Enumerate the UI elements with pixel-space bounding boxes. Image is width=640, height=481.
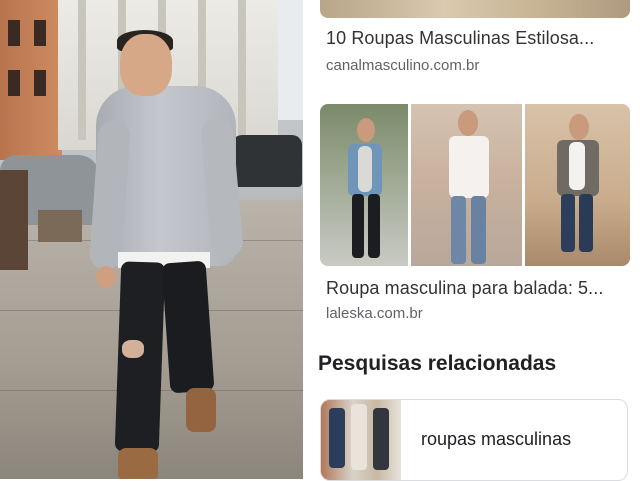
results-column: 10 Roupas Masculinas Estilosa... canalma… bbox=[318, 0, 640, 481]
related-search-label: roupas masculinas bbox=[421, 429, 572, 449]
dark-suv bbox=[232, 135, 302, 187]
result-title[interactable]: 10 Roupas Masculinas Estilosa... bbox=[326, 28, 594, 49]
related-searches-heading: Pesquisas relacionadas bbox=[318, 352, 557, 375]
related-search-thumbnail bbox=[321, 400, 401, 480]
tree-trunk bbox=[0, 170, 28, 270]
result-thumbnail-collage[interactable] bbox=[320, 104, 630, 266]
planter-box bbox=[38, 210, 82, 242]
result-source[interactable]: laleska.com.br bbox=[326, 305, 423, 322]
main-image-preview[interactable] bbox=[0, 0, 303, 479]
scroll-edge bbox=[303, 0, 317, 479]
collage-panel-white-shirt bbox=[411, 104, 522, 266]
collage-panel-denim-jacket bbox=[320, 104, 408, 266]
black-jeans bbox=[114, 261, 166, 453]
tan-boot bbox=[118, 448, 158, 479]
result-source[interactable]: canalmasculino.com.br bbox=[326, 57, 479, 74]
result-thumbnail-partial[interactable] bbox=[320, 0, 630, 18]
result-title[interactable]: Roupa masculina para balada: 5... bbox=[326, 278, 603, 299]
collage-panel-cardigan bbox=[525, 104, 630, 266]
related-search-chip[interactable]: roupas masculinas bbox=[320, 399, 628, 481]
brick-building bbox=[0, 0, 62, 160]
